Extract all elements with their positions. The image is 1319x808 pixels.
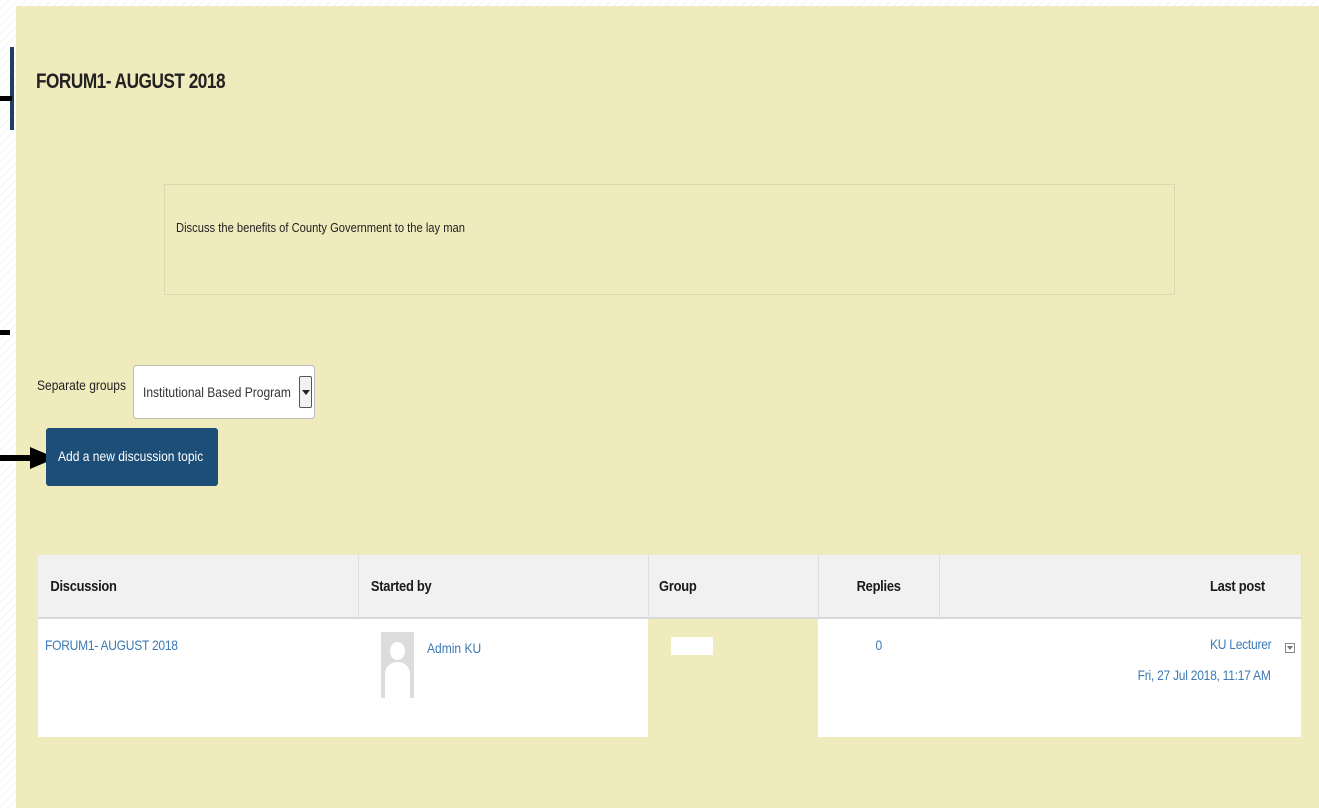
group-value bbox=[671, 637, 713, 655]
header-last-post[interactable]: Last post bbox=[939, 555, 1302, 619]
dropdown-arrow-icon[interactable] bbox=[299, 376, 312, 408]
add-discussion-topic-label: Add a new discussion topic bbox=[58, 448, 204, 464]
add-discussion-topic-button[interactable]: Add a new discussion topic bbox=[46, 428, 218, 486]
discussion-menu-icon[interactable] bbox=[1285, 643, 1295, 653]
header-started-by[interactable]: Started by bbox=[358, 555, 649, 619]
last-post-author-link[interactable]: KU Lecturer bbox=[1210, 629, 1272, 660]
decorative-line bbox=[0, 330, 10, 335]
avatar-head bbox=[390, 642, 405, 660]
table-header-row: Discussion Started by Group Replies Last… bbox=[38, 555, 1302, 619]
header-group: Group bbox=[648, 555, 819, 619]
header-replies[interactable]: Replies bbox=[818, 555, 940, 619]
replies-cell: 0 bbox=[818, 618, 939, 737]
discussion-link[interactable]: FORUM1- AUGUST 2018 bbox=[45, 637, 178, 653]
decorative-line bbox=[0, 96, 12, 101]
discussion-cell: FORUM1- AUGUST 2018 bbox=[38, 618, 358, 737]
replies-link[interactable]: 0 bbox=[875, 637, 882, 653]
title-accent-bar bbox=[10, 47, 14, 130]
forum-intro-text: Discuss the benefits of County Governmen… bbox=[176, 220, 465, 235]
group-cell bbox=[648, 618, 818, 737]
separate-groups-label: Separate groups bbox=[37, 377, 127, 393]
group-select-value: Institutional Based Program bbox=[143, 384, 291, 400]
table-row: FORUM1- AUGUST 2018 0 KU Lecturer Fri, 2… bbox=[38, 618, 1301, 737]
started-by-link[interactable]: Admin KU bbox=[427, 640, 481, 656]
forum-intro-box: Discuss the benefits of County Governmen… bbox=[164, 184, 1175, 295]
discussion-table: Discussion Started by Group Replies Last… bbox=[38, 555, 1302, 737]
last-post-date-link[interactable]: Fri, 27 Jul 2018, 11:17 AM bbox=[1138, 660, 1271, 691]
avatar-body bbox=[385, 662, 410, 702]
header-discussion[interactable]: Discussion bbox=[38, 555, 359, 619]
page-title: FORUM1- AUGUST 2018 bbox=[36, 70, 226, 93]
avatar bbox=[381, 632, 414, 702]
last-post-cell: KU Lecturer Fri, 27 Jul 2018, 11:17 AM bbox=[939, 618, 1301, 737]
group-select[interactable]: Institutional Based Program bbox=[133, 365, 315, 419]
